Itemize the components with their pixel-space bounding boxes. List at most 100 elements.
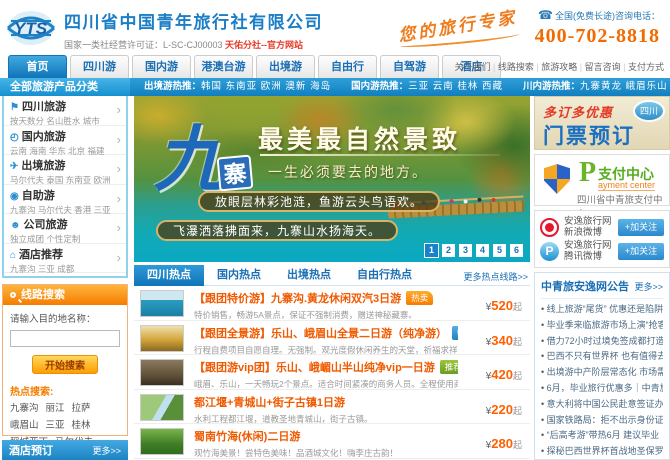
tour-tab[interactable]: 国内热点 (204, 265, 274, 286)
route-search-header: 线路搜索 (3, 285, 127, 305)
hot-search-label: 热点搜索: (10, 383, 120, 398)
nav-tab[interactable]: 首页 (8, 55, 67, 78)
tour-row[interactable]: 蜀南竹海(休闲)二日游 观竹海美景！尝特色美味！品酒城文化！嗨李庄古韵！ ¥28… (134, 424, 530, 459)
tour-title[interactable]: 都江堰+青城山+街子古镇1日游 (194, 397, 345, 409)
tour-title[interactable]: 【跟团特价游】九寨沟.黄龙休闲双汽3日游 (194, 293, 401, 305)
follow-button[interactable]: +加关注 (618, 243, 664, 260)
phone-block: ☎全国(免费长途)咨询电话： 400-702-8818 (535, 8, 660, 48)
banner-page-dot[interactable]: 3 (459, 244, 472, 257)
category-title: 酒店推荐 (19, 249, 63, 261)
hot-search-link[interactable]: 桂林 (72, 417, 91, 434)
tour-tab[interactable]: 四川热点 (134, 265, 204, 286)
main-nav: 首页 四川游 国内游 港澳台游 出境游 自由行 自驾游 酒店 关于我们 线路搜索 (0, 54, 670, 78)
payment-p-mark: P (579, 157, 596, 189)
banner-page-dot[interactable]: 4 (476, 244, 489, 257)
payment-center-promo[interactable]: P 支付中心 ayment center 四川省中青旅支付中心 (534, 154, 670, 206)
hotel-booking-bar[interactable]: 酒店预订 更多>> (2, 440, 128, 460)
banner-page-dot[interactable]: 5 (493, 244, 506, 257)
announcement-item[interactable]: 毕业季来临旅游市场上演“抢客” (541, 318, 663, 334)
announcement-item[interactable]: “后高考游”带热6月 建议毕业 (541, 428, 663, 444)
more-tours-link[interactable]: 更多热点线路>> (463, 270, 528, 283)
tour-price: ¥420起 (486, 366, 522, 384)
category-title: 国内旅游 (22, 131, 66, 143)
announcement-item[interactable]: 线上旅游“尾货” 优惠还是陷阱 (541, 302, 663, 318)
site-title: 四川省中国青年旅行社有限公司 (64, 8, 323, 33)
utility-link[interactable]: 关于我们 (454, 62, 490, 72)
nav-tab[interactable]: 国内游 (132, 55, 191, 78)
category-item[interactable]: ☻公司旅游 独立成团 个性定制 (4, 214, 126, 244)
announcement-more-link[interactable]: 更多>> (634, 280, 663, 293)
hot-tours-section: 四川热点 国内热点 出境热点 自由行热点 更多热点线路>> 【跟团特价游】九寨沟… (134, 265, 530, 460)
banner-page-dot[interactable]: 2 (442, 244, 455, 257)
tour-description: 峨眉、乐山，一天畅玩2个景点。适合时间紧凑的商务人员。全程使用商务车。 (194, 378, 458, 390)
chevron-right-icon (117, 220, 121, 235)
category-item[interactable]: ✈出境旅游 马尔代夫 泰国 东南亚 欧洲 (4, 155, 126, 185)
nav-tab[interactable]: 出境游 (256, 55, 315, 78)
announcement-item[interactable]: 借力72小时过境免签成都打造知 (541, 334, 663, 350)
announcement-item[interactable]: 巴西不只有世界杯 也有值得去旅 (541, 349, 663, 365)
tour-row[interactable]: 【跟团特价游】九寨沟.黄龙休闲双汽3日游热卖 特价销售，畅游5A景点，保证不强制… (134, 286, 530, 321)
hot-group-links[interactable]: 九寨黄龙 峨眉乐山 稻城亚丁 海螺沟 (580, 81, 670, 92)
route-search-title: 线路搜索 (21, 289, 65, 301)
nav-tab[interactable]: 港澳台游 (194, 55, 253, 78)
tencent-weibo-icon (540, 242, 559, 261)
start-search-button[interactable]: 开始搜索 (32, 355, 98, 374)
hot-search-link[interactable]: 拉萨 (72, 400, 91, 417)
announcement-item[interactable]: 国家铁路局：拒不出示身份证将被 (541, 413, 663, 429)
destination-input[interactable] (10, 330, 120, 347)
utility-link[interactable]: 旅游攻略 (536, 62, 577, 72)
tour-row[interactable]: 都江堰+青城山+街子古镇1日游 水利工程都江堰，道教圣地青城山，街子古镇。 ¥2… (134, 390, 530, 425)
announcement-item[interactable]: 6月，毕业旅行优惠多｜中青旅 (541, 381, 663, 397)
category-item[interactable]: ⚑四川旅游 按天数分 名山胜水 城市 (4, 96, 126, 126)
category-item[interactable]: ⌂酒店推荐 九寨沟 三亚 成都 (4, 244, 126, 274)
chevron-right-icon (117, 161, 121, 176)
hotel-more-link[interactable]: 更多>> (92, 444, 121, 457)
chevron-right-icon (117, 102, 121, 117)
hot-group-label: 国内游热推： (351, 81, 408, 92)
bus-icon: ⚑ (10, 102, 19, 113)
chevron-right-icon (117, 250, 121, 265)
hot-search-link[interactable]: 丽江 (46, 400, 65, 417)
hot-group: 出境游热推：韩国 东南亚 欧洲 澳新 海岛 (144, 78, 331, 96)
price-suffix: 起 (513, 406, 522, 416)
tour-tab[interactable]: 自由行热点 (344, 265, 425, 286)
hot-search-link[interactable]: 九寨沟 (10, 400, 39, 417)
banner-divider (260, 154, 500, 156)
announcement-item[interactable]: 探秘巴西世界杯首战地圣保罗 体 (541, 444, 663, 460)
hot-search-link[interactable]: 三亚 (46, 417, 65, 434)
tour-title[interactable]: 蜀南竹海(休闲)二日游 (194, 431, 300, 443)
utility-link[interactable]: 线路搜索 (493, 62, 534, 72)
announcement-item[interactable]: 出境游中产阶层常态化 市场需要 (541, 365, 663, 381)
banner-pagination: 1 2 3 4 5 6 (425, 244, 523, 257)
utility-links: 关于我们 线路搜索 旅游攻略 留言咨询 支付方式 (454, 60, 664, 73)
branch-name: 天佑分社--官方网站 (225, 40, 303, 50)
banner-page-dot[interactable]: 6 (510, 244, 523, 257)
hot-group-label: 出境游热推： (144, 81, 201, 92)
tour-title[interactable]: 【跟团全景游】乐山、峨眉山全景二日游（纯净游） (194, 328, 447, 340)
hot-group-links[interactable]: 三亚 云南 桂林 西藏 (408, 81, 503, 92)
banner-page-dot[interactable]: 1 (425, 244, 438, 257)
security-shield-icon (544, 164, 570, 194)
category-item[interactable]: ◴国内旅游 云南 海南 华东 北京 福建 (4, 126, 126, 156)
nav-tab[interactable]: 自驾游 (380, 55, 439, 78)
utility-link[interactable]: 留言咨询 (580, 62, 621, 72)
jiuzhaigou-hero-banner[interactable]: 九 寨 最美最自然景致 一生必须要去的地方。 放眼层林彩池涟，鱼游云头鸟语欢。 … (134, 96, 530, 262)
tour-row[interactable]: 【跟团游vip团】乐山、峨嵋山半山纯净vip一日游推荐 峨眉、乐山，一天畅玩2个… (134, 355, 530, 390)
hot-group-links[interactable]: 韩国 东南亚 欧洲 澳新 海岛 (201, 81, 331, 92)
nav-tab[interactable]: 自由行 (318, 55, 377, 78)
announcement-item[interactable]: 意大利将中国公民赴意签证办理时 (541, 397, 663, 413)
hot-search-link[interactable]: 峨眉山 (10, 417, 39, 434)
tour-tab[interactable]: 出境热点 (274, 265, 344, 286)
utility-link[interactable]: 支付方式 (623, 62, 664, 72)
ticket-booking-promo[interactable]: 多订多优惠 门票预订 四川 (534, 96, 670, 150)
tour-tag-badge: 特价 (452, 326, 458, 340)
category-sublinks[interactable]: 九寨沟 三亚 成都 (10, 263, 122, 275)
follow-button[interactable]: +加关注 (618, 219, 664, 236)
announcement-title: 中青旅安逸网公告 (541, 278, 629, 294)
catalog-header[interactable]: 全部旅游产品分类 (0, 78, 130, 96)
tour-row[interactable]: 【跟团全景游】乐山、峨眉山全景二日游（纯净游）特价 行程自费项目自愿自理。无强制… (134, 321, 530, 356)
tour-title[interactable]: 【跟团游vip团】乐山、峨嵋山半山纯净vip一日游 (194, 362, 435, 374)
nav-tab[interactable]: 四川游 (70, 55, 129, 78)
category-item[interactable]: ◉自助游 九寨沟 马尔代夫 香港 三亚 (4, 185, 126, 215)
banner-calligraphy-jiu: 九 (154, 100, 226, 205)
